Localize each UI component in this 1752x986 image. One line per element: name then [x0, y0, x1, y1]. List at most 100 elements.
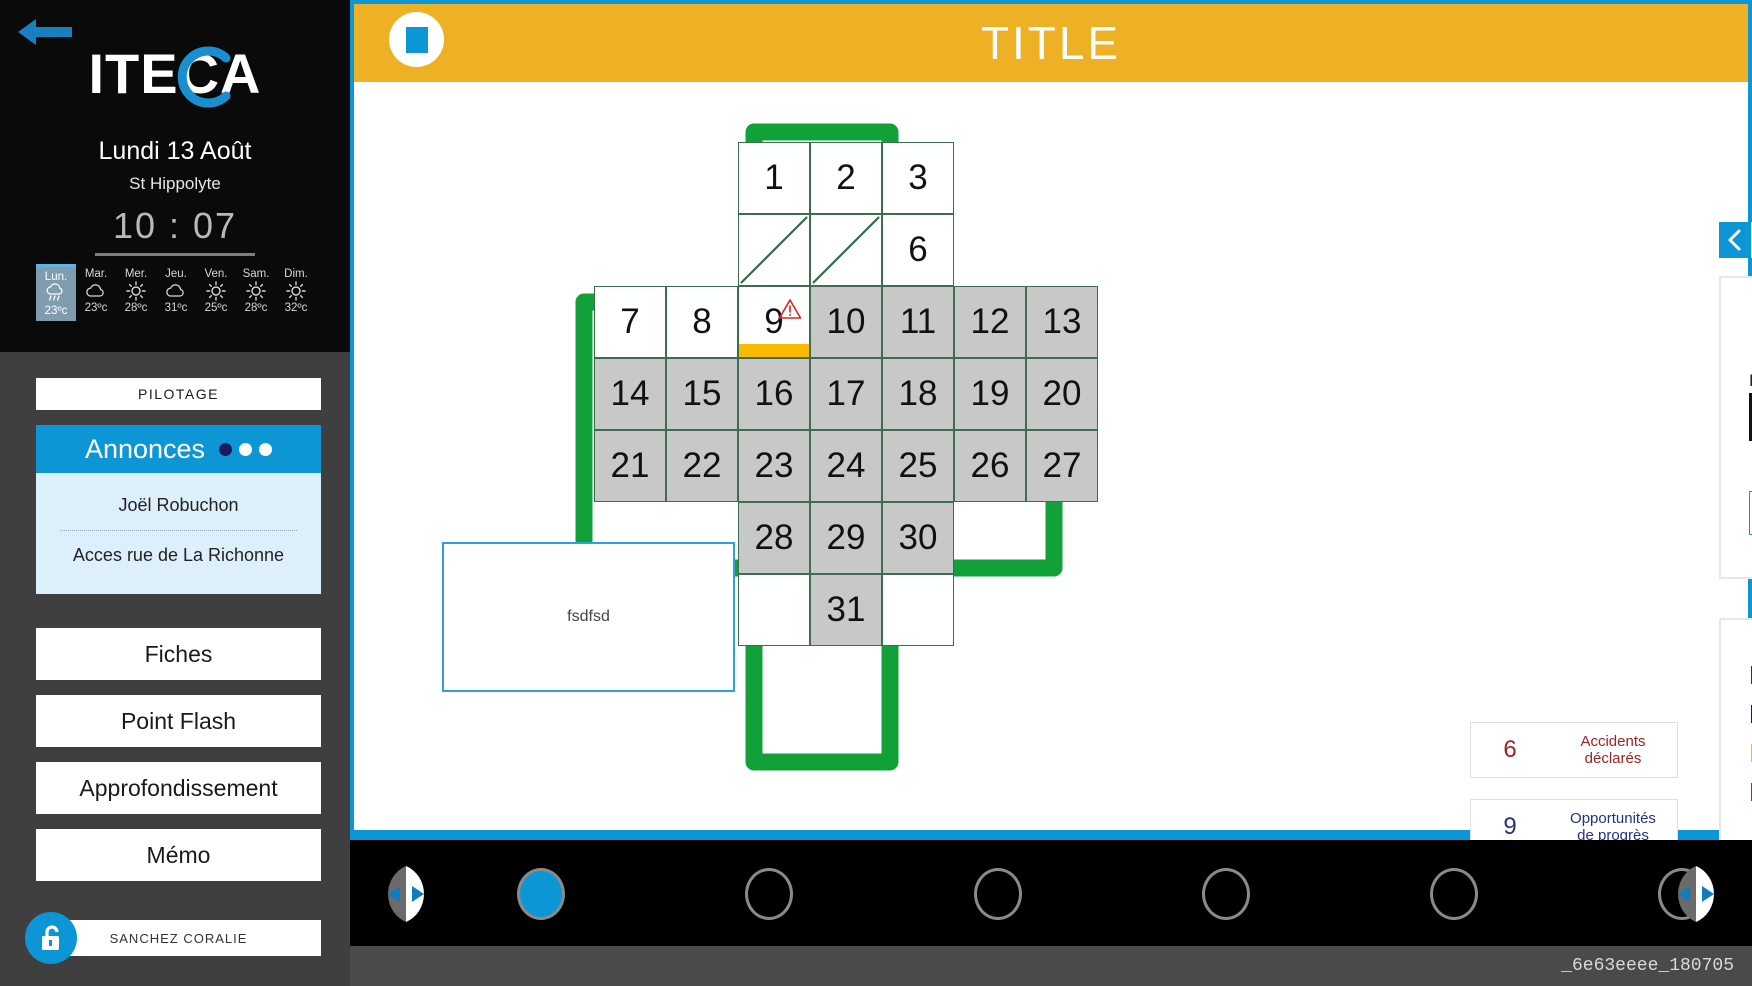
calendar-day-15[interactable]: 15	[666, 358, 738, 430]
current-date: Lundi 13 Août	[98, 137, 252, 165]
calendar-day-25[interactable]: 25	[882, 430, 954, 502]
zero-title-line2: ACCIDENT	[1721, 326, 1752, 358]
weather-day-label: Lun.	[44, 271, 68, 283]
annonces-header[interactable]: Annonces	[36, 425, 321, 473]
month-navigator: Août	[1719, 222, 1752, 258]
chevron-left-icon[interactable]	[1719, 222, 1751, 258]
calendar-day-2[interactable]: 2	[810, 142, 882, 214]
calendar-day-7[interactable]: 7	[594, 286, 666, 358]
annonces-body: Joël Robuchon Acces rue de La Richonne	[36, 473, 321, 594]
legend-title: Pour le Jeudi 9 Août	[1721, 634, 1752, 654]
calendar-day-empty[interactable]	[738, 214, 810, 286]
calendar-day-6[interactable]: 6	[882, 214, 954, 286]
page-circle-5[interactable]	[1430, 868, 1478, 920]
annonces-dot-1[interactable]	[219, 442, 233, 456]
calendar-day-27[interactable]: 27	[1026, 430, 1098, 502]
weather-day-mar[interactable]: Mar. 23ºc	[76, 264, 116, 321]
calendar-day-number: 24	[826, 446, 866, 485]
calendar-day-24[interactable]: 24	[810, 430, 882, 502]
unlocked-padlock-icon[interactable]	[25, 912, 77, 964]
calendar-day-30[interactable]: 30	[882, 502, 954, 574]
sidebar-item-label: Point Flash	[120, 707, 237, 734]
status-text: _6e63eeee_180705	[1561, 956, 1734, 976]
calendar-day-number: 1	[764, 158, 784, 197]
sun-icon	[196, 280, 236, 302]
pager-right-icon[interactable]	[1668, 864, 1724, 924]
calendar-day-3[interactable]: 3	[882, 142, 954, 214]
calendar-day-18[interactable]: 18	[882, 358, 954, 430]
weather-day-sam[interactable]: Sam. 28ºc	[236, 264, 276, 321]
status-bar: _6e63eeee_180705	[350, 946, 1752, 986]
stat-value: 6	[1503, 736, 1517, 763]
calendar-day-29[interactable]: 29	[810, 502, 882, 574]
calendar-day-23[interactable]: 23	[738, 430, 810, 502]
calendar-day-number: 25	[898, 446, 938, 485]
rain-icon	[36, 283, 76, 305]
page-circle-3[interactable]	[974, 868, 1022, 920]
sidebar: ITECA Lundi 13 Août St Hippolyte 10 : 07…	[0, 0, 350, 986]
weather-day-label: Mar.	[84, 268, 108, 280]
sidebar-item-pilotage[interactable]: PILOTAGE	[36, 378, 321, 410]
calendar-day-number: 15	[682, 374, 722, 413]
stat-card-accidents[interactable]: 6 Accidents déclarés	[1470, 722, 1678, 778]
announcement-divider	[60, 530, 297, 531]
calendar-day-8[interactable]: 8	[666, 286, 738, 358]
sidebar-item-label: Mémo	[146, 841, 211, 868]
calendar-day-19[interactable]: 19	[954, 358, 1026, 430]
annonces-dot-2[interactable]	[239, 442, 253, 456]
sidebar-item-point-flash[interactable]: Point Flash	[36, 695, 321, 747]
weather-day-label: Mer.	[124, 268, 148, 280]
calendar-day-31[interactable]: 31	[810, 574, 882, 646]
weather-day-jeu[interactable]: Jeu. 31ºc	[156, 264, 196, 321]
zero-title-line1: ZERO	[1721, 294, 1752, 326]
calendar-day-number: 21	[610, 446, 650, 485]
calendar-day-9[interactable]: 9	[738, 286, 810, 358]
sidebar-item-approfondissement[interactable]: Approfondissement	[36, 762, 321, 814]
stat-label: Accidents déclarés	[1549, 733, 1677, 768]
calendar-day-20[interactable]: 20	[1026, 358, 1098, 430]
page-circle-4[interactable]	[1202, 868, 1250, 920]
calendar-day-16[interactable]: 16	[738, 358, 810, 430]
calendar-day-17[interactable]: 17	[810, 358, 882, 430]
page-circle-1[interactable]	[517, 868, 565, 920]
calendar-day-number: 16	[754, 374, 794, 413]
calendar-day-26[interactable]: 26	[954, 430, 1026, 502]
absence-diagonal-icon	[740, 216, 808, 284]
calendar-day-14[interactable]: 14	[594, 358, 666, 430]
sidebar-item-memo[interactable]: Mémo	[36, 829, 321, 881]
calendar-day-empty[interactable]	[738, 574, 810, 646]
annonces-pager-dots[interactable]	[219, 442, 273, 456]
calendar-day-21[interactable]: 21	[594, 430, 666, 502]
stat-label-line1: Accidents	[1580, 732, 1646, 750]
page-circle-2[interactable]	[745, 868, 793, 920]
weather-day-mer[interactable]: Mer. 28ºc	[116, 264, 156, 321]
sidebar-header: ITECA Lundi 13 Août St Hippolyte 10 : 07…	[0, 0, 350, 352]
notes-box[interactable]: fsdfsd	[442, 542, 735, 692]
weather-temp: 28ºc	[124, 302, 148, 314]
annonces-title: Annonces	[84, 433, 206, 464]
annonces-dot-3[interactable]	[259, 442, 273, 456]
stat-value: 9	[1503, 813, 1517, 840]
weather-temp: 23ºc	[44, 305, 68, 317]
user-name-bar[interactable]: SANCHEZ CORALIE	[36, 920, 321, 956]
calendar-day-1[interactable]: 1	[738, 142, 810, 214]
calendar-day-12[interactable]: 12	[954, 286, 1026, 358]
calendar-day-10[interactable]: 10	[810, 286, 882, 358]
calendar-day-22[interactable]: 22	[666, 430, 738, 502]
calendar-day-13[interactable]: 13	[1026, 286, 1098, 358]
sidebar-item-fiches[interactable]: Fiches	[36, 628, 321, 680]
calendar-day-11[interactable]: 11	[882, 286, 954, 358]
weather-day-dim[interactable]: Dim. 32ºc	[276, 264, 316, 321]
calendar-day-28[interactable]: 28	[738, 502, 810, 574]
content-area: 1 2 3 6 7 8 9 10 11 12 13 14 15 16 17 18 19 20 21 22 23 24 25 2…	[354, 82, 1752, 883]
current-place: St Hippolyte	[129, 174, 221, 193]
weather-day-label: Sam.	[242, 268, 270, 280]
calendar-day-empty[interactable]	[810, 214, 882, 286]
calendar-day-empty[interactable]	[882, 574, 954, 646]
pager-left-icon[interactable]	[378, 864, 434, 924]
weather-day-lun[interactable]: Lun. 23ºc	[36, 264, 76, 321]
weather-day-ven[interactable]: Ven. 25ºc	[196, 264, 236, 321]
stop-button-icon[interactable]	[389, 12, 444, 67]
weather-temp: 28ºc	[244, 302, 268, 314]
sun-icon	[276, 280, 316, 302]
